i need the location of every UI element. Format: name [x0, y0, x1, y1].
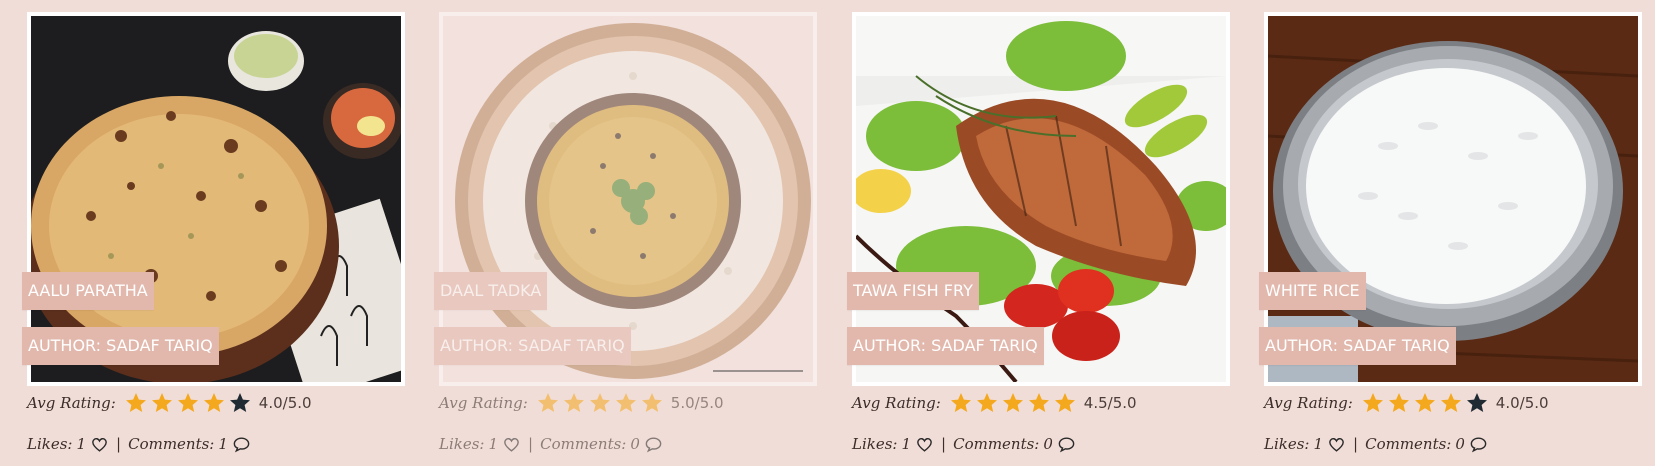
comments-count: 0 [630, 435, 640, 453]
star-empty-icon[interactable] [228, 391, 252, 415]
engagement-row: Likes: 1 | Comments: 0 [852, 432, 1076, 456]
star-rating [124, 391, 252, 415]
star-filled-icon[interactable] [124, 391, 148, 415]
star-filled-icon[interactable] [1001, 391, 1025, 415]
engagement-row: Likes: 1 | Comments: 0 [1264, 432, 1488, 456]
separator: | [528, 435, 534, 453]
comments-count: 1 [218, 435, 228, 453]
recipe-author[interactable]: AUTHOR: SADAF TARIQ [434, 327, 631, 365]
recipe-author[interactable]: AUTHOR: SADAF TARIQ [847, 327, 1044, 365]
recipe-grid: AALU PARATHA AUTHOR: SADAF TARIQ Avg Rat… [0, 0, 1655, 466]
recipe-card[interactable]: DAAL TADKA AUTHOR: SADAF TARIQ Avg Ratin… [434, 12, 817, 453]
likes-count: 1 [488, 435, 499, 453]
star-filled-icon[interactable] [949, 391, 973, 415]
heart-icon[interactable] [502, 435, 521, 454]
star-filled-icon[interactable] [150, 391, 174, 415]
engagement-row: Likes: 1 | Comments: 0 [439, 432, 663, 456]
separator: | [1353, 435, 1359, 453]
star-filled-icon[interactable] [562, 391, 586, 415]
comments-label: Comments: [128, 435, 215, 453]
star-filled-icon[interactable] [1053, 391, 1077, 415]
comments-label: Comments: [540, 435, 627, 453]
likes-label: Likes: [439, 435, 485, 453]
star-filled-icon[interactable] [1413, 391, 1437, 415]
recipe-title[interactable]: DAAL TADKA [434, 272, 548, 310]
star-rating [1361, 391, 1489, 415]
star-filled-icon[interactable] [536, 391, 560, 415]
comment-icon[interactable] [644, 435, 663, 454]
heart-icon[interactable] [90, 435, 109, 454]
comment-icon[interactable] [1057, 435, 1076, 454]
recipe-card[interactable]: WHITE RICE AUTHOR: SADAF TARIQ Avg Ratin… [1259, 12, 1642, 453]
star-filled-icon[interactable] [640, 391, 664, 415]
rating-value: 4.0/5.0 [1495, 394, 1549, 412]
avg-rating-label: Avg Rating: [439, 394, 528, 412]
star-filled-icon[interactable] [1027, 391, 1051, 415]
recipe-author[interactable]: AUTHOR: SADAF TARIQ [1259, 327, 1456, 365]
likes-count: 1 [1313, 435, 1324, 453]
engagement-row: Likes: 1 | Comments: 1 [27, 432, 251, 456]
avg-rating-label: Avg Rating: [852, 394, 941, 412]
heart-icon[interactable] [1327, 435, 1346, 454]
likes-label: Likes: [1264, 435, 1310, 453]
rating-value: 5.0/5.0 [670, 394, 724, 412]
rating-row: Avg Rating: 5.0/5.0 [439, 390, 724, 416]
comments-label: Comments: [1365, 435, 1452, 453]
recipe-title[interactable]: WHITE RICE [1259, 272, 1366, 310]
star-empty-icon[interactable] [1465, 391, 1489, 415]
star-filled-icon[interactable] [1361, 391, 1385, 415]
separator: | [116, 435, 122, 453]
rating-row: Avg Rating: 4.5/5.0 [852, 390, 1137, 416]
star-filled-icon[interactable] [202, 391, 226, 415]
star-rating [949, 391, 1077, 415]
star-filled-icon[interactable] [588, 391, 612, 415]
star-filled-icon[interactable] [176, 391, 200, 415]
comments-count: 0 [1043, 435, 1053, 453]
avg-rating-label: Avg Rating: [27, 394, 116, 412]
likes-count: 1 [901, 435, 912, 453]
avg-rating-label: Avg Rating: [1264, 394, 1353, 412]
star-filled-icon[interactable] [1439, 391, 1463, 415]
heart-icon[interactable] [915, 435, 934, 454]
rating-row: Avg Rating: 4.0/5.0 [1264, 390, 1549, 416]
rating-value: 4.5/5.0 [1083, 394, 1137, 412]
recipe-author[interactable]: AUTHOR: SADAF TARIQ [22, 327, 219, 365]
comment-icon[interactable] [1469, 435, 1488, 454]
recipe-title[interactable]: AALU PARATHA [22, 272, 154, 310]
recipe-card[interactable]: TAWA FISH FRY AUTHOR: SADAF TARIQ Avg Ra… [847, 12, 1230, 453]
comments-label: Comments: [953, 435, 1040, 453]
separator: | [941, 435, 947, 453]
star-filled-icon[interactable] [614, 391, 638, 415]
comments-count: 0 [1455, 435, 1465, 453]
likes-label: Likes: [852, 435, 898, 453]
rating-row: Avg Rating: 4.0/5.0 [27, 390, 312, 416]
star-filled-icon[interactable] [1387, 391, 1411, 415]
star-rating [536, 391, 664, 415]
recipe-title[interactable]: TAWA FISH FRY [847, 272, 979, 310]
rating-value: 4.0/5.0 [258, 394, 312, 412]
recipe-card[interactable]: AALU PARATHA AUTHOR: SADAF TARIQ Avg Rat… [22, 12, 405, 453]
likes-count: 1 [76, 435, 87, 453]
likes-label: Likes: [27, 435, 73, 453]
star-filled-icon[interactable] [975, 391, 999, 415]
comment-icon[interactable] [232, 435, 251, 454]
